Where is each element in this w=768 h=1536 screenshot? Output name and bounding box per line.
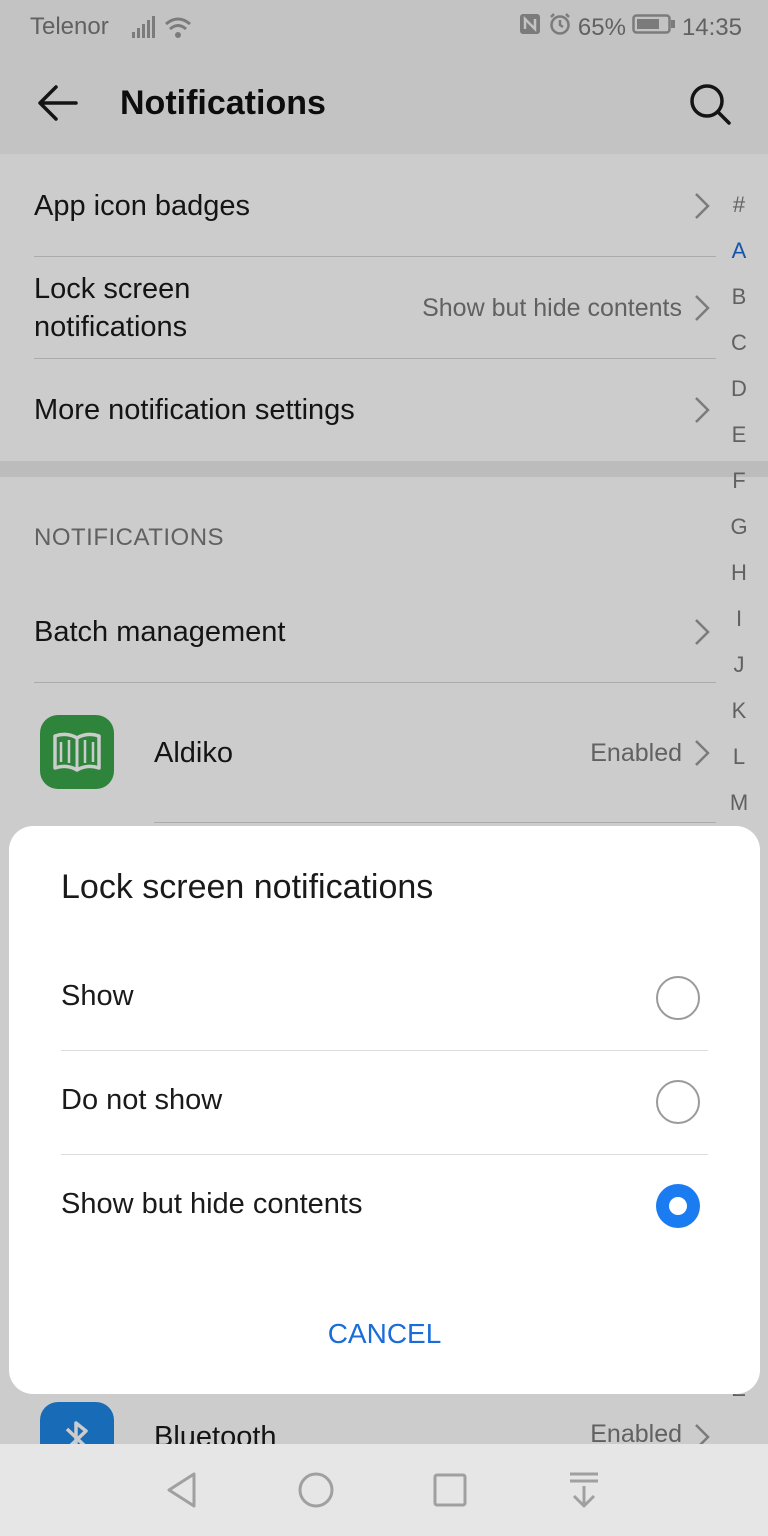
option-show[interactable]: Show	[9, 946, 760, 1050]
lock-screen-dialog: Lock screen notifications Show Do not sh…	[9, 826, 760, 1394]
option-show-but-hide-contents[interactable]: Show but hide contents	[9, 1154, 760, 1258]
notification-shade-button[interactable]	[560, 1466, 608, 1514]
triangle-back-icon	[167, 1472, 196, 1508]
circle-home-icon	[298, 1472, 334, 1508]
cancel-button[interactable]: CANCEL	[9, 1304, 760, 1364]
recents-nav-button[interactable]	[426, 1466, 474, 1514]
square-recents-icon	[433, 1473, 467, 1507]
radio-button-selected[interactable]	[656, 1184, 700, 1228]
navigation-bar	[0, 1444, 768, 1536]
option-label: Show but hide contents	[61, 1188, 363, 1220]
radio-button[interactable]	[656, 1080, 700, 1124]
option-label: Do not show	[61, 1084, 223, 1116]
radio-button[interactable]	[656, 976, 700, 1020]
home-nav-button[interactable]	[292, 1466, 340, 1514]
dialog-title: Lock screen notifications	[61, 868, 434, 906]
notifications-screen: Telenor 65% 14:35 Notifications App icon…	[0, 0, 768, 1536]
pull-down-icon	[570, 1472, 598, 1508]
option-do-not-show[interactable]: Do not show	[9, 1050, 760, 1154]
option-label: Show	[61, 980, 134, 1012]
back-nav-button[interactable]	[158, 1466, 206, 1514]
